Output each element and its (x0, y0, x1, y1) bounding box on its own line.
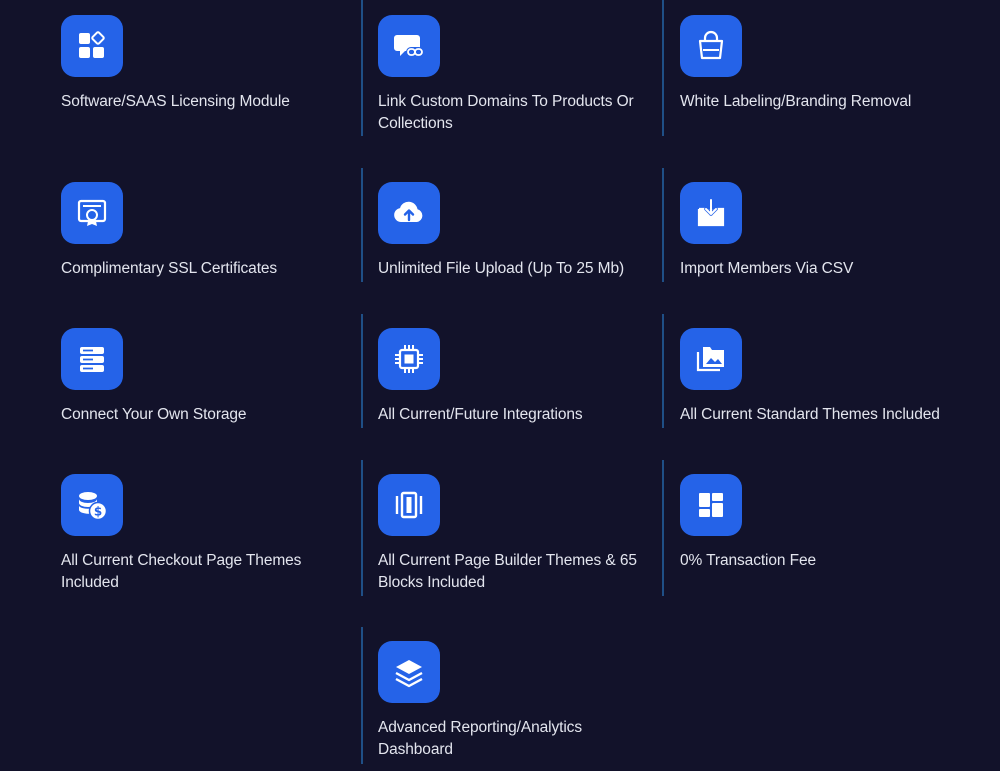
server-storage-icon (61, 328, 123, 390)
column-divider (361, 0, 363, 136)
coins-dollar-icon: $ (61, 474, 123, 536)
column-divider (662, 314, 664, 428)
image-library-icon (680, 328, 742, 390)
layers-icon (378, 641, 440, 703)
feature-transaction-fee: 0% Transaction Fee (680, 474, 950, 572)
feature-custom-domains: Link Custom Domains To Products Or Colle… (378, 15, 648, 135)
feature-standard-themes: All Current Standard Themes Included (680, 328, 950, 426)
feature-label: All Current/Future Integrations (378, 406, 583, 423)
dashboard-grid-icon (680, 474, 742, 536)
feature-checkout-themes: $ All Current Checkout Page Themes Inclu… (61, 474, 331, 594)
feature-label: Unlimited File Upload (Up To 25 Mb) (378, 260, 625, 277)
column-divider (662, 0, 664, 136)
feature-white-labeling: White Labeling/Branding Removal (680, 15, 950, 113)
import-tray-icon (680, 182, 742, 244)
feature-label: All Current Page Builder Themes & 65 Blo… (378, 552, 637, 591)
feature-import-csv: Import Members Via CSV (680, 182, 950, 280)
feature-label: Advanced Reporting/Analytics Dashboard (378, 719, 582, 758)
carousel-blocks-icon (378, 474, 440, 536)
shopping-bag-icon (680, 15, 742, 77)
column-divider (662, 168, 664, 282)
feature-label: Import Members Via CSV (680, 260, 854, 277)
feature-label: Software/SAAS Licensing Module (61, 93, 290, 110)
feature-label: White Labeling/Branding Removal (680, 93, 912, 110)
feature-ssl-certificates: Complimentary SSL Certificates (61, 182, 331, 280)
column-divider (361, 627, 363, 764)
feature-reporting-analytics: Advanced Reporting/Analytics Dashboard (378, 641, 648, 761)
feature-page-builder-themes: All Current Page Builder Themes & 65 Blo… (378, 474, 648, 594)
cloud-upload-icon (378, 182, 440, 244)
column-divider (361, 314, 363, 428)
column-divider (361, 460, 363, 596)
feature-label: Complimentary SSL Certificates (61, 260, 278, 277)
feature-label: Link Custom Domains To Products Or Colle… (378, 93, 634, 132)
column-divider (361, 168, 363, 282)
svg-text:$: $ (94, 505, 102, 519)
column-divider (662, 460, 664, 596)
feature-integrations: All Current/Future Integrations (378, 328, 648, 426)
feature-saas-licensing: Software/SAAS Licensing Module (61, 15, 331, 113)
feature-label: All Current Standard Themes Included (680, 406, 940, 423)
chip-icon (378, 328, 440, 390)
feature-label: Connect Your Own Storage (61, 406, 247, 423)
chat-link-icon (378, 15, 440, 77)
feature-label: 0% Transaction Fee (680, 552, 817, 569)
certificate-icon (61, 182, 123, 244)
feature-file-upload: Unlimited File Upload (Up To 25 Mb) (378, 182, 648, 280)
feature-label: All Current Checkout Page Themes Include… (61, 552, 302, 591)
feature-own-storage: Connect Your Own Storage (61, 328, 331, 426)
license-blocks-icon (61, 15, 123, 77)
